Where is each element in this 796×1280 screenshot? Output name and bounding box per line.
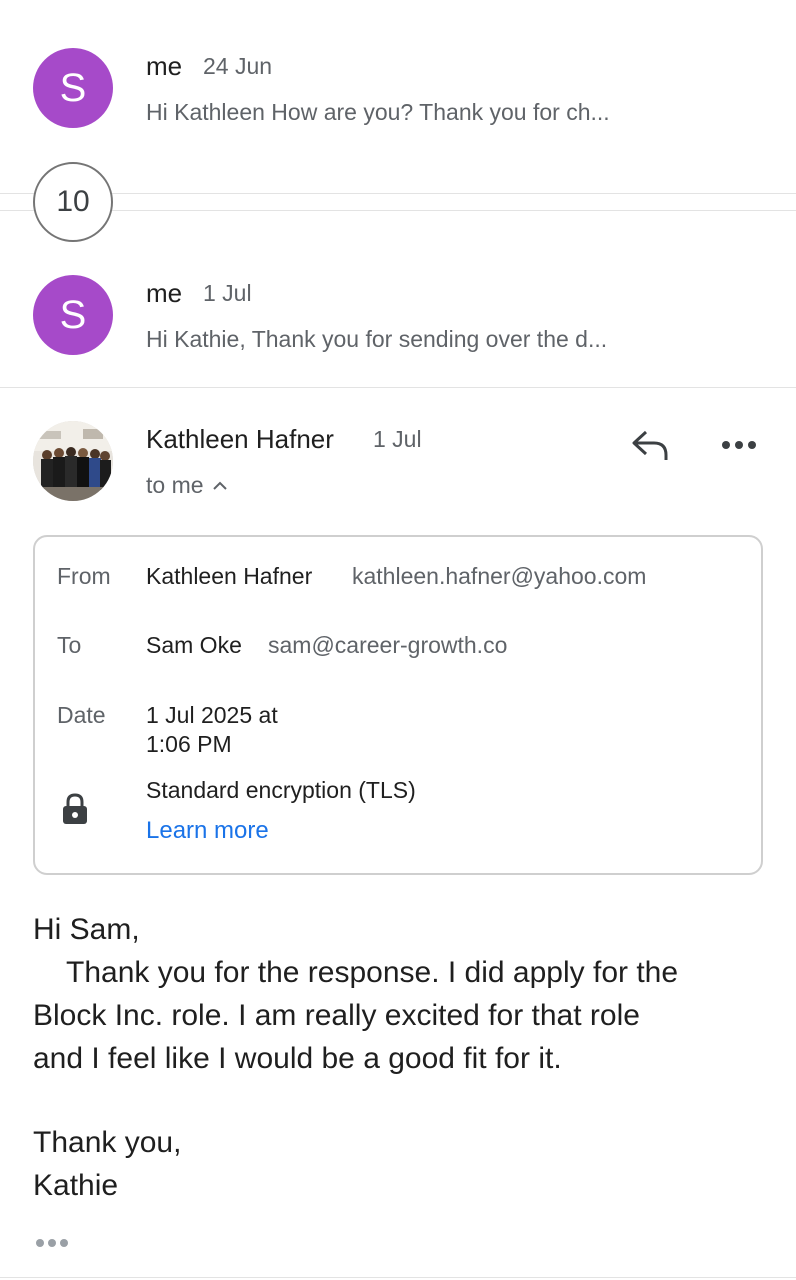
recipient-summary-toggle[interactable]: to me <box>146 472 228 499</box>
avatar: S <box>33 275 113 355</box>
open-message-sender: Kathleen Hafner <box>146 424 334 454</box>
divider <box>0 387 796 388</box>
body-line: Thank you for the response. I did apply … <box>66 956 679 989</box>
reply-icon <box>630 428 670 462</box>
to-email[interactable]: sam@career-growth.co <box>268 632 507 659</box>
encryption-status: Standard encryption (TLS) <box>146 777 416 803</box>
learn-more-link[interactable]: Learn more <box>146 817 269 845</box>
message-date: 24 Jun <box>203 53 273 79</box>
message-snippet: Hi Kathleen How are you? Thank you for c… <box>146 99 610 125</box>
reply-button[interactable] <box>626 424 674 466</box>
show-trimmed-content-button[interactable] <box>36 1234 72 1252</box>
to-label: To <box>57 632 82 658</box>
from-label: From <box>57 563 111 589</box>
avatar: S <box>33 48 113 128</box>
divider <box>0 210 796 211</box>
message-date: 1 Jul <box>203 280 252 306</box>
show-trimmed-content-icon <box>36 1239 72 1247</box>
body-signature: Kathie <box>33 1169 119 1202</box>
body-line: and I feel like I would be a good fit fo… <box>33 1042 562 1075</box>
lock-icon <box>62 793 88 825</box>
divider <box>0 1277 796 1278</box>
message-details-card: From Kathleen Hafner kathleen.hafner@yah… <box>33 535 763 875</box>
date-label: Date <box>57 702 106 728</box>
sender-photo-avatar[interactable] <box>33 421 113 501</box>
divider <box>0 193 796 194</box>
thread-message-collapsed[interactable]: S me 1 Jul Hi Kathie, Thank you for send… <box>0 245 796 387</box>
from-name: Kathleen Hafner <box>146 563 313 589</box>
more-options-button[interactable] <box>714 428 764 462</box>
sender-name: me <box>146 51 183 81</box>
chevron-up-icon <box>212 480 228 492</box>
body-greeting: Hi Sam, <box>33 913 140 946</box>
date-line-2: 1:06 PM <box>146 731 232 757</box>
open-message-date: 1 Jul <box>373 426 422 452</box>
body-line: Block Inc. role. I am really excited for… <box>33 999 640 1032</box>
recipient-summary: to me <box>146 472 204 498</box>
from-email[interactable]: kathleen.hafner@yahoo.com <box>352 563 646 590</box>
more-options-icon <box>721 440 757 450</box>
date-line-1: 1 Jul 2025 at <box>146 702 278 728</box>
collapsed-messages-button[interactable]: 10 <box>33 162 113 242</box>
message-snippet: Hi Kathie, Thank you for sending over th… <box>146 326 608 352</box>
thread-message-collapsed[interactable]: S me 24 Jun Hi Kathleen How are you? Tha… <box>0 0 796 190</box>
body-signoff: Thank you, <box>33 1126 182 1159</box>
to-name: Sam Oke <box>146 632 242 658</box>
sender-name: me <box>146 278 183 308</box>
